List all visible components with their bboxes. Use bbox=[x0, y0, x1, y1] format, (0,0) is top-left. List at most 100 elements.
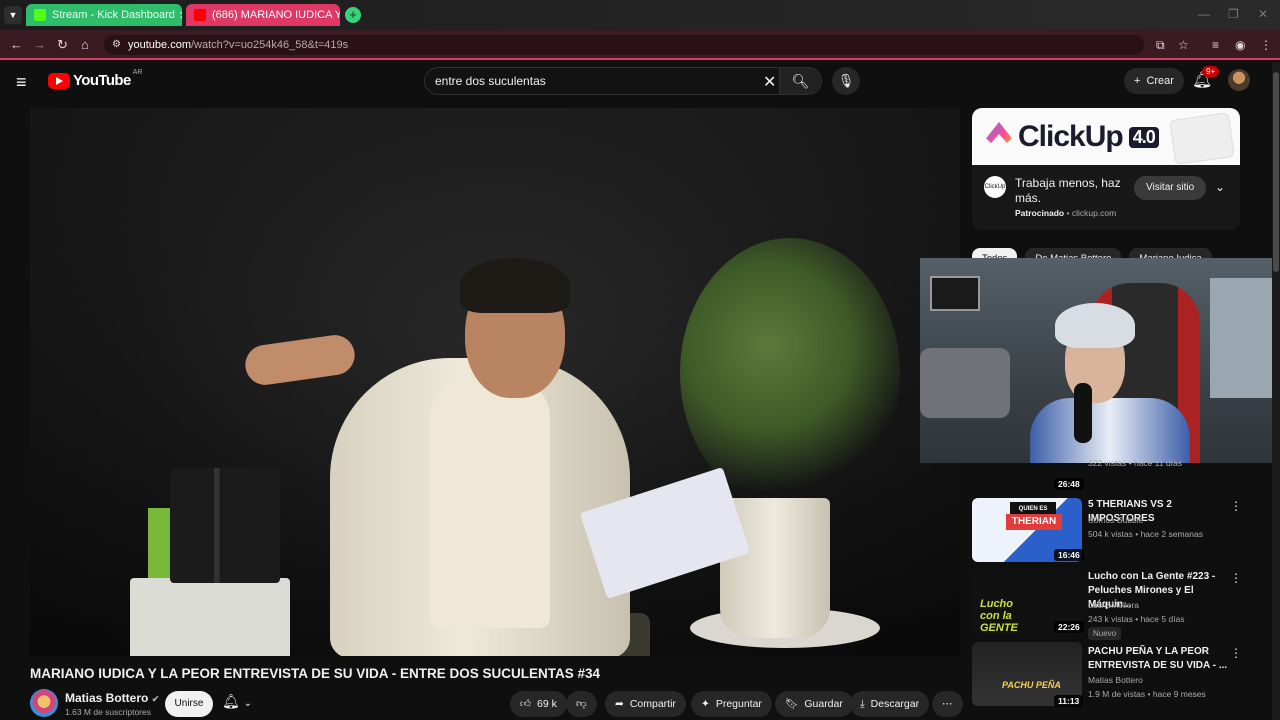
video-duration: 26:48 bbox=[1054, 478, 1084, 490]
download-button[interactable]: ⤓ Descargar bbox=[850, 691, 930, 717]
ad-domain: clickup.com bbox=[1071, 208, 1117, 218]
chevron-down-icon[interactable]: ⌄ bbox=[1215, 180, 1225, 194]
bell-icon: 🔔︎ bbox=[222, 693, 240, 709]
cam-monitor-image bbox=[930, 276, 980, 311]
search-button[interactable]: 🔍︎ bbox=[779, 68, 821, 94]
cam-window-image bbox=[1210, 278, 1280, 398]
streamer-shirt-image bbox=[1030, 398, 1190, 463]
black-cups-image bbox=[170, 468, 280, 583]
tab-search-icon[interactable]: ▼ bbox=[4, 6, 22, 24]
voice-search-button[interactable]: 🎙︎ bbox=[832, 67, 860, 95]
like-button[interactable]: 👍︎ 69 k bbox=[510, 691, 567, 717]
install-app-icon[interactable]: ⧉ bbox=[1156, 38, 1165, 53]
webcam-overlay bbox=[920, 258, 1280, 463]
browser-menu-icon[interactable]: ⋮ bbox=[1260, 38, 1272, 52]
create-button[interactable]: + Crear bbox=[1124, 68, 1184, 94]
bookmark-star-icon[interactable]: ☆ bbox=[1178, 38, 1189, 52]
thumbnail-text: PACHU PEÑA bbox=[1002, 680, 1061, 690]
save-button[interactable]: 🔖︎ Guardar bbox=[775, 691, 853, 717]
dislike-button[interactable]: 👎︎ bbox=[566, 691, 597, 717]
chevron-down-icon: ⌄ bbox=[243, 698, 253, 709]
plus-icon: + bbox=[1134, 75, 1141, 87]
pedestal-image bbox=[130, 578, 290, 656]
recommendation-channel[interactable]: Somos Bubble bbox=[1088, 515, 1143, 525]
maximize-icon[interactable]: ❐ bbox=[1228, 7, 1239, 21]
tab-kick-dashboard[interactable]: Stream - Kick Dashboard ✕ bbox=[26, 4, 182, 26]
recommendation-channel[interactable]: LuchoMellera bbox=[1088, 600, 1139, 610]
ad-screenshot-image bbox=[1169, 112, 1235, 165]
more-horizontal-icon: ⋯ bbox=[942, 698, 953, 710]
account-avatar[interactable] bbox=[1228, 69, 1250, 91]
channel-name[interactable]: Matias Bottero ✔ bbox=[65, 691, 159, 705]
youtube-header: ≡ YouTube AR entre dos suculentas ✕ 🔍︎ 🎙… bbox=[0, 62, 1280, 102]
video-player[interactable] bbox=[30, 108, 960, 656]
ad-banner[interactable]: ClickUp 4.0 bbox=[972, 108, 1240, 165]
ad-brand: ClickUp bbox=[1018, 120, 1124, 153]
new-badge: Nuevo bbox=[1088, 627, 1122, 640]
sponsored-ad-card[interactable]: ClickUp 4.0 ClickUp Trabaja menos, haz m… bbox=[972, 108, 1240, 230]
url-path: /watch?v=uo254k46_58&t=419s bbox=[190, 39, 349, 51]
recommendation-meta: 243 k vistas • hace 5 días bbox=[1088, 614, 1185, 624]
join-button[interactable]: Unirse bbox=[165, 691, 213, 717]
cam-microphone-image bbox=[1074, 383, 1092, 443]
back-icon[interactable]: ← bbox=[10, 37, 23, 52]
youtube-logo[interactable]: YouTube AR bbox=[48, 69, 142, 89]
profile-icon[interactable]: ◉ bbox=[1235, 38, 1245, 52]
thumbnail-text: Lucho con la GENTE bbox=[980, 598, 1018, 634]
clear-search-icon[interactable]: ✕ bbox=[763, 72, 776, 92]
recommendation-meta: 504 k vistas • hace 2 semanas bbox=[1088, 529, 1203, 539]
video-duration: 16:46 bbox=[1054, 549, 1084, 561]
more-actions-button[interactable]: ⋯ bbox=[932, 691, 963, 717]
recommendation-title[interactable]: PACHU PEÑA Y LA PEOR ENTREVISTA DE SU VI… bbox=[1088, 645, 1228, 673]
search-icon: 🔍︎ bbox=[791, 73, 810, 89]
reload-icon[interactable]: ↻ bbox=[57, 37, 68, 53]
page-scrollbar[interactable] bbox=[1272, 62, 1280, 720]
hamburger-menu-icon[interactable]: ≡ bbox=[16, 72, 27, 93]
more-options-icon[interactable]: ⋮ bbox=[1230, 571, 1242, 585]
ad-version: 4.0 bbox=[1128, 126, 1159, 148]
subscription-bell-button[interactable]: 🔔︎ ⌄ bbox=[222, 693, 252, 710]
minimize-icon[interactable]: — bbox=[1198, 7, 1210, 21]
site-info-icon[interactable]: ⚙ bbox=[112, 35, 121, 55]
recommendation-channel[interactable]: Matias Bottero bbox=[1088, 675, 1143, 685]
like-count: 69 k bbox=[536, 698, 557, 710]
save-label: Guardar bbox=[804, 698, 843, 710]
close-window-icon[interactable]: ✕ bbox=[1258, 7, 1268, 21]
streamer-image bbox=[1030, 288, 1190, 463]
tab-youtube-video[interactable]: (686) MARIANO IUDICA Y LA PEOR ✕ bbox=[186, 4, 340, 26]
close-tab-icon[interactable]: ✕ bbox=[175, 9, 182, 22]
plant-image bbox=[680, 238, 900, 508]
video-duration: 11:13 bbox=[1054, 695, 1084, 707]
thumbnail-text: THERIAN bbox=[1006, 514, 1062, 530]
more-options-icon[interactable]: ⋮ bbox=[1230, 646, 1242, 660]
scrollbar-thumb[interactable] bbox=[1273, 72, 1279, 272]
sparkle-icon: ✦ bbox=[701, 698, 710, 710]
share-icon: ➦ bbox=[615, 698, 624, 710]
channel-avatar[interactable] bbox=[30, 689, 58, 717]
reading-list-icon[interactable]: ≡ bbox=[1212, 38, 1219, 52]
ask-button[interactable]: ✦ Preguntar bbox=[691, 691, 772, 717]
partial-rec-meta: 322 vistas • hace 11 días bbox=[1088, 458, 1183, 468]
home-icon[interactable]: ⌂ bbox=[81, 37, 89, 52]
new-tab-button[interactable]: + bbox=[345, 7, 361, 23]
download-label: Descargar bbox=[870, 698, 920, 710]
streamer-hair-image bbox=[1055, 303, 1135, 348]
ad-sponsor-line: Patrocinado • clickup.com bbox=[1015, 208, 1117, 218]
clickup-mark-icon bbox=[986, 122, 1012, 143]
share-button[interactable]: ➦ Compartir bbox=[605, 691, 686, 717]
share-label: Compartir bbox=[629, 698, 676, 710]
more-options-icon[interactable]: ⋮ bbox=[1230, 499, 1242, 513]
thumbs-up-icon: 👍︎ bbox=[520, 698, 531, 710]
channel-name-text: Matias Bottero bbox=[65, 691, 149, 705]
forward-icon[interactable]: → bbox=[33, 37, 46, 52]
ad-headline: Trabaja menos, haz más. bbox=[1015, 176, 1121, 205]
search-input[interactable]: entre dos suculentas bbox=[435, 74, 546, 88]
youtube-favicon-icon bbox=[194, 9, 206, 21]
url-field[interactable]: ⚙ youtube.com/watch?v=uo254k46_58&t=419s bbox=[104, 35, 1144, 55]
video-title: MARIANO IUDICA Y LA PEOR ENTREVISTA DE S… bbox=[30, 666, 601, 681]
cam-sofa-image bbox=[920, 348, 1010, 418]
visit-site-button[interactable]: Visitar sitio bbox=[1134, 176, 1207, 200]
verified-icon: ✔ bbox=[151, 694, 160, 704]
notifications-badge: 9+ bbox=[1202, 66, 1220, 77]
create-label: Crear bbox=[1146, 75, 1174, 87]
